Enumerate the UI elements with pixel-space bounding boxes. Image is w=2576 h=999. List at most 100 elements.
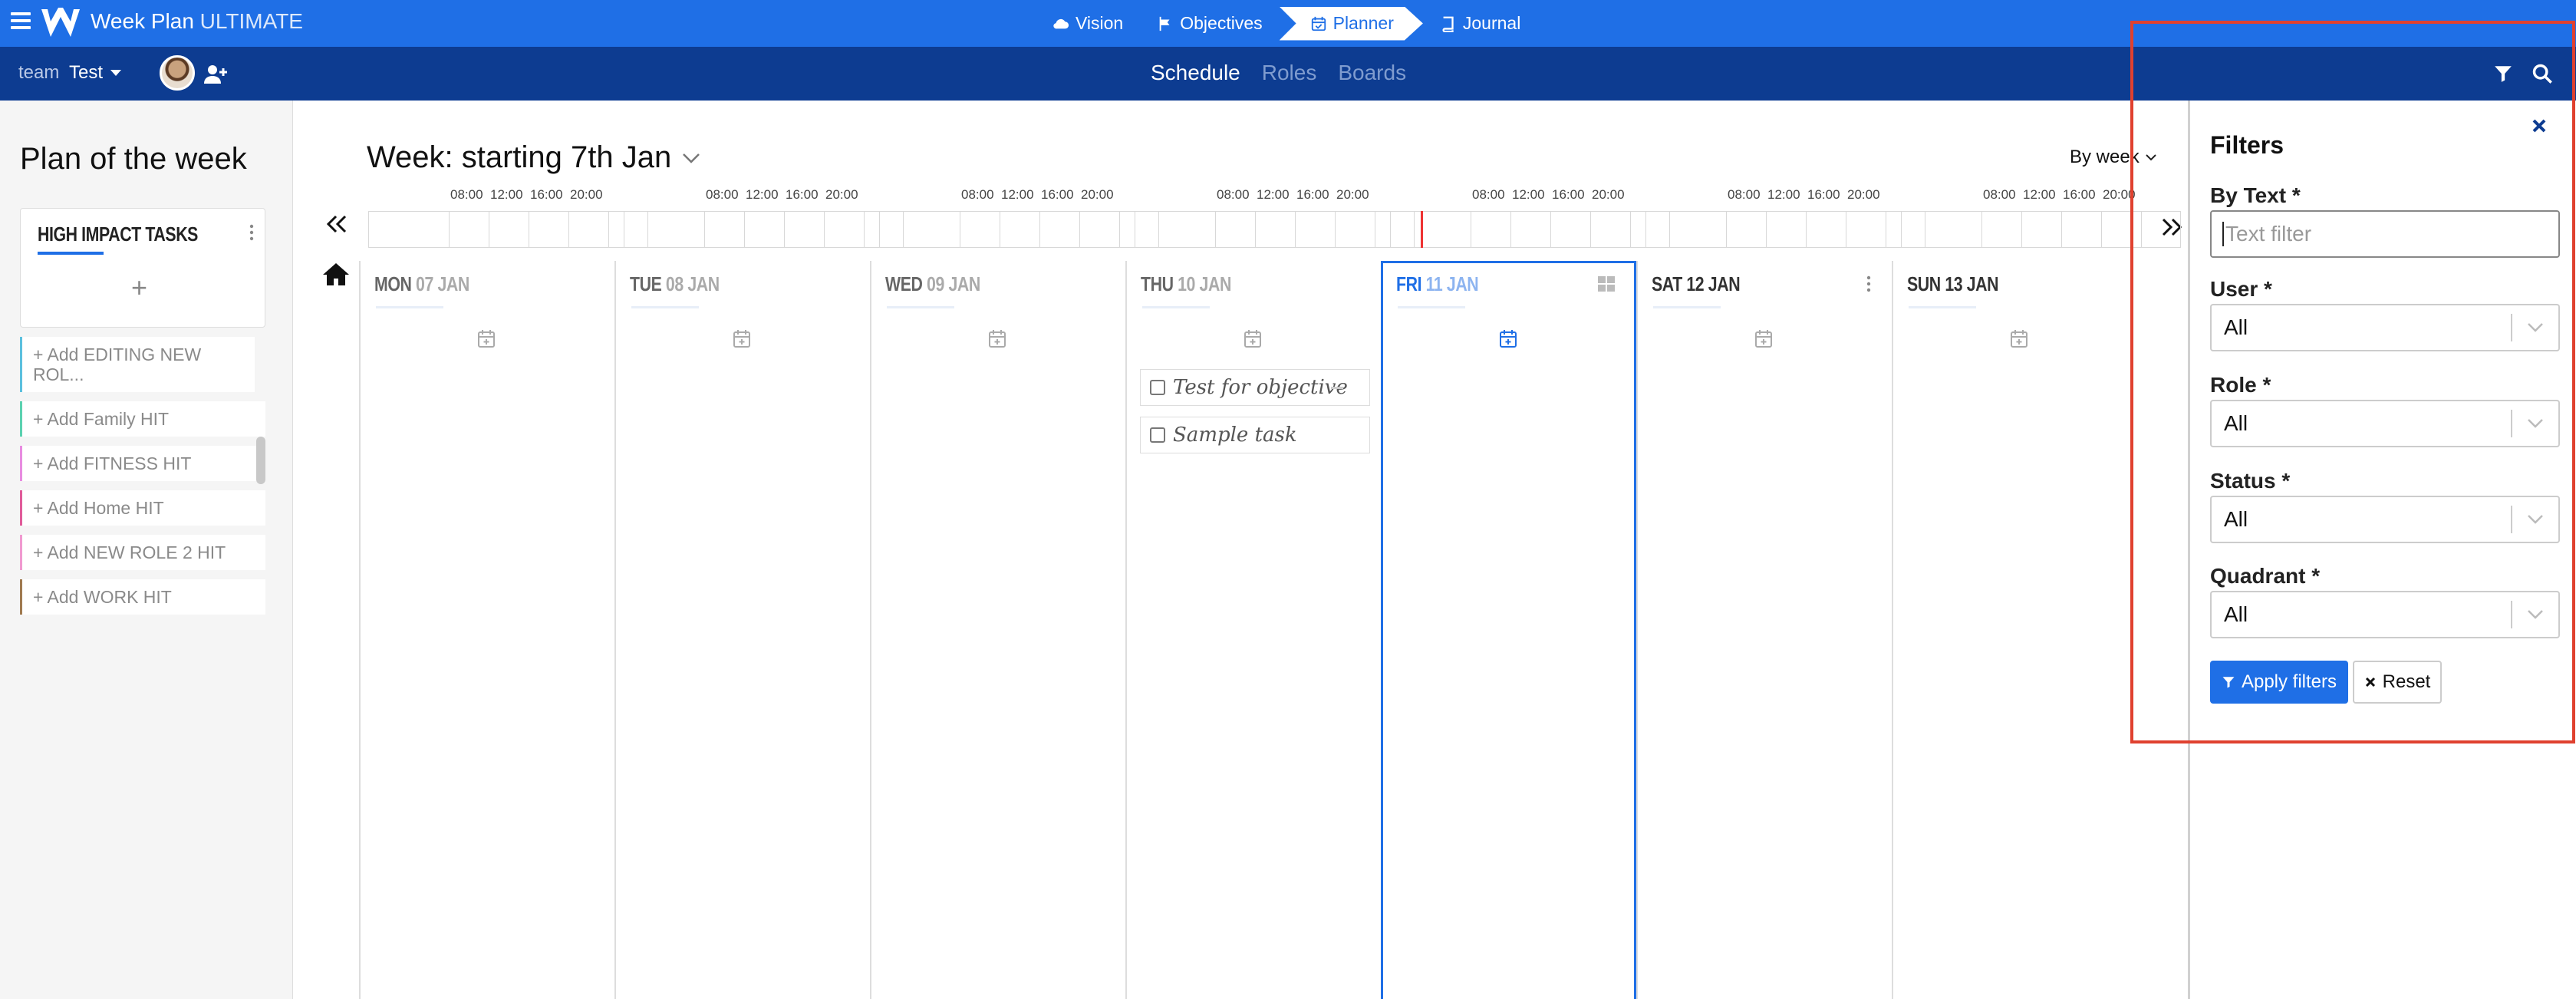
add-task-calendar-icon[interactable] xyxy=(1499,328,1517,348)
day-underline xyxy=(1142,306,1210,308)
timeline-slot xyxy=(1806,211,1846,248)
task-checkbox[interactable] xyxy=(1150,427,1165,443)
timeline-slot xyxy=(624,211,704,248)
task-label: Test for objective xyxy=(1173,376,1348,399)
search-icon[interactable] xyxy=(2532,63,2553,84)
nav-vision[interactable]: Vision xyxy=(1036,7,1140,41)
role-item-new-role-2[interactable]: + Add NEW ROLE 2 HIT xyxy=(20,535,265,570)
home-icon[interactable] xyxy=(322,262,350,286)
time-label: 12:00 xyxy=(1512,187,1545,202)
close-icon[interactable] xyxy=(2531,117,2548,134)
day-timeline[interactable] xyxy=(1390,211,1670,248)
day-timeline[interactable] xyxy=(1901,211,2181,248)
day-column-sat[interactable] xyxy=(1636,261,1892,999)
apply-filters-button[interactable]: Apply filters xyxy=(2210,661,2348,704)
day-column-sun[interactable] xyxy=(1892,261,2147,999)
by-text-label: By Text * xyxy=(2210,183,2301,207)
flag-icon xyxy=(1159,16,1170,31)
time-label: 12:00 xyxy=(1767,187,1800,202)
week-selector[interactable]: Week: starting 7th Jan xyxy=(367,140,700,175)
role-item-family[interactable]: + Add Family HIT xyxy=(20,401,265,437)
timeline-slot xyxy=(1215,211,1255,248)
chevron-down-icon[interactable] xyxy=(2512,514,2558,525)
day-timeline[interactable] xyxy=(624,211,904,248)
timeline-labels: 08:00 12:00 16:00 20:00 xyxy=(704,187,864,203)
time-label: 08:00 xyxy=(706,187,739,202)
day-timeline[interactable] xyxy=(1135,211,1415,248)
task-item[interactable]: Test for objective xyxy=(1140,369,1370,406)
timeline-slot xyxy=(744,211,784,248)
nav-vision-label: Vision xyxy=(1076,13,1124,33)
chevron-down-icon[interactable] xyxy=(2512,322,2558,333)
left-sidebar: Plan of the week HIGH IMPACT TASKS + + A… xyxy=(0,101,293,999)
chevron-down-icon[interactable] xyxy=(2512,609,2558,620)
day-name: SAT xyxy=(1652,272,1682,295)
role-item-work[interactable]: + Add WORK HIT xyxy=(20,579,265,615)
nav-objectives[interactable]: Objectives xyxy=(1140,7,1279,41)
caret-down-icon[interactable] xyxy=(110,70,121,76)
text-filter-input[interactable]: Text filter xyxy=(2210,210,2560,258)
timeline-slot xyxy=(1981,211,2021,248)
day-header: FRI 11 JAN xyxy=(1396,272,1479,296)
reset-button[interactable]: Reset xyxy=(2353,661,2442,704)
role-item-home[interactable]: + Add Home HIT xyxy=(20,490,265,526)
timeline-slot xyxy=(449,211,489,248)
time-label: 20:00 xyxy=(2103,187,2136,202)
timeline-slot xyxy=(529,211,568,248)
day-date: 10 JAN xyxy=(1178,272,1231,295)
day-header: WED 09 JAN xyxy=(885,272,980,296)
day-column-fri[interactable] xyxy=(1381,261,1636,999)
day-column-mon[interactable] xyxy=(359,261,614,999)
user-select[interactable]: All xyxy=(2210,304,2560,351)
quadrant-select[interactable]: All xyxy=(2210,591,2560,638)
hamburger-menu-icon[interactable] xyxy=(11,12,31,32)
apply-filters-label: Apply filters xyxy=(2241,671,2337,692)
chevron-down-icon[interactable] xyxy=(2512,418,2558,429)
task-checkbox[interactable] xyxy=(1150,380,1165,395)
grid-view-icon[interactable] xyxy=(1597,275,1616,292)
add-task-calendar-icon[interactable] xyxy=(2010,328,2028,348)
time-label: 12:00 xyxy=(2023,187,2056,202)
filter-icon[interactable] xyxy=(2493,64,2513,84)
timeline-slot xyxy=(1135,211,1215,248)
day-timeline[interactable] xyxy=(368,211,648,248)
day-date: 09 JAN xyxy=(927,272,980,295)
day-name: THU xyxy=(1141,272,1174,295)
weekplan-logo[interactable] xyxy=(40,6,81,40)
tab-boards[interactable]: Boards xyxy=(1338,61,1406,85)
view-mode-select[interactable]: By week xyxy=(2070,147,2156,168)
status-select[interactable]: All xyxy=(2210,496,2560,543)
tab-roles[interactable]: Roles xyxy=(1262,61,1317,85)
add-task-calendar-icon[interactable] xyxy=(477,328,496,348)
timeline-labels: 08:00 12:00 16:00 20:00 xyxy=(1981,187,2141,203)
timeline-slot xyxy=(1590,211,1630,248)
day-column-wed[interactable] xyxy=(870,261,1125,999)
drag-handle-icon[interactable] xyxy=(1331,387,1343,389)
previous-week-icon[interactable] xyxy=(325,214,348,234)
main-nav: Vision Objectives Planner Journal xyxy=(1036,0,1537,47)
kebab-menu-icon[interactable] xyxy=(249,224,254,241)
add-task-calendar-icon[interactable] xyxy=(1754,328,1773,348)
day-timeline[interactable] xyxy=(879,211,1159,248)
tab-schedule[interactable]: Schedule xyxy=(1151,61,1240,85)
role-item-fitness[interactable]: + Add FITNESS HIT xyxy=(20,446,265,481)
time-label: 16:00 xyxy=(786,187,819,202)
role-select[interactable]: All xyxy=(2210,400,2560,447)
kebab-menu-icon[interactable] xyxy=(1866,275,1871,292)
day-column-tue[interactable] xyxy=(614,261,870,999)
add-user-icon[interactable] xyxy=(204,64,227,84)
timeline-slot xyxy=(1471,211,1510,248)
nav-planner[interactable]: Planner xyxy=(1280,7,1423,41)
nav-objectives-label: Objectives xyxy=(1180,13,1263,33)
add-task-calendar-icon[interactable] xyxy=(733,328,751,348)
role-item-editing[interactable]: + Add EDITING NEW ROL... xyxy=(20,337,255,392)
add-task-calendar-icon[interactable] xyxy=(1244,328,1262,348)
user-avatar[interactable] xyxy=(160,55,195,91)
sidebar-scrollbar[interactable] xyxy=(256,437,265,484)
add-task-calendar-icon[interactable] xyxy=(988,328,1006,348)
day-timeline[interactable] xyxy=(1645,211,1925,248)
task-item[interactable]: Sample task xyxy=(1140,417,1370,453)
add-hit-plus-icon[interactable]: + xyxy=(131,272,147,304)
team-selector[interactable]: Test xyxy=(69,62,103,84)
nav-journal[interactable]: Journal xyxy=(1423,7,1537,41)
